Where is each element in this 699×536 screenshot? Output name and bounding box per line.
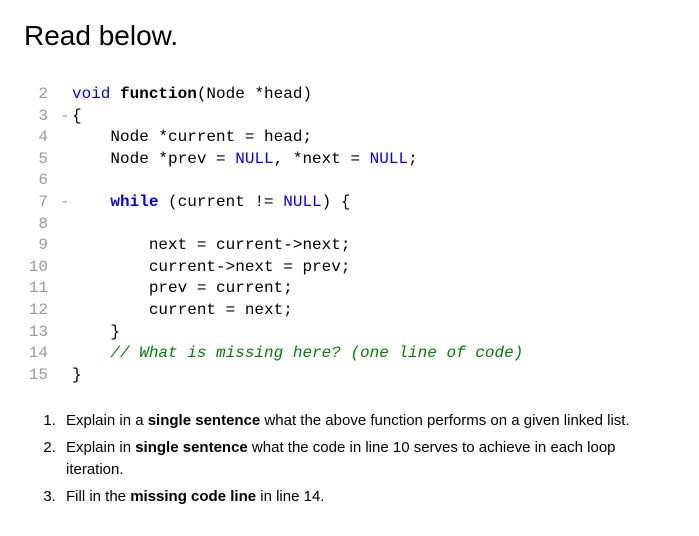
- fold-marker: [60, 235, 72, 257]
- question-item: Explain in a single sentence what the ab…: [60, 410, 675, 433]
- fold-marker: [60, 214, 72, 236]
- fold-marker: -: [60, 106, 72, 128]
- code-text: Node *prev = NULL, *next = NULL;: [72, 149, 675, 171]
- fold-marker: [60, 278, 72, 300]
- line-number: 2: [28, 84, 60, 106]
- code-text: prev = current;: [72, 278, 675, 300]
- line-number: 4: [28, 127, 60, 149]
- code-text: current = next;: [72, 300, 675, 322]
- fold-marker: [60, 127, 72, 149]
- question-item: Explain in single sentence what the code…: [60, 437, 675, 482]
- question-item: Fill in the missing code line in line 14…: [60, 486, 675, 509]
- code-text: [72, 170, 675, 192]
- code-text: {: [72, 106, 675, 128]
- code-text: next = current->next;: [72, 235, 675, 257]
- page-heading: Read below.: [24, 20, 675, 52]
- fold-marker: [60, 322, 72, 344]
- fold-marker: [60, 149, 72, 171]
- code-text: }: [72, 365, 675, 387]
- fold-marker: -: [60, 192, 72, 214]
- line-number: 14: [28, 343, 60, 365]
- line-number: 15: [28, 365, 60, 387]
- code-line: 6: [28, 170, 675, 192]
- fold-marker: [60, 365, 72, 387]
- code-line: 12 current = next;: [28, 300, 675, 322]
- code-line: 2 void function(Node *head): [28, 84, 675, 106]
- line-number: 13: [28, 322, 60, 344]
- line-number: 5: [28, 149, 60, 171]
- line-number: 3: [28, 106, 60, 128]
- fold-marker: [60, 257, 72, 279]
- code-line: 15 }: [28, 365, 675, 387]
- line-number: 7: [28, 192, 60, 214]
- code-text: }: [72, 322, 675, 344]
- code-text: [72, 214, 675, 236]
- code-block: 2 void function(Node *head)3-{4 Node *cu…: [24, 84, 675, 386]
- code-line: 11 prev = current;: [28, 278, 675, 300]
- code-line: 8: [28, 214, 675, 236]
- line-number: 12: [28, 300, 60, 322]
- fold-marker: [60, 84, 72, 106]
- code-text: void function(Node *head): [72, 84, 675, 106]
- code-line: 5 Node *prev = NULL, *next = NULL;: [28, 149, 675, 171]
- code-line: 4 Node *current = head;: [28, 127, 675, 149]
- code-line: 9 next = current->next;: [28, 235, 675, 257]
- code-line: 13 }: [28, 322, 675, 344]
- code-text: current->next = prev;: [72, 257, 675, 279]
- line-number: 6: [28, 170, 60, 192]
- code-text: while (current != NULL) {: [72, 192, 675, 214]
- code-line: 3-{: [28, 106, 675, 128]
- code-line: 14 // What is missing here? (one line of…: [28, 343, 675, 365]
- line-number: 9: [28, 235, 60, 257]
- line-number: 11: [28, 278, 60, 300]
- code-text: // What is missing here? (one line of co…: [72, 343, 675, 365]
- code-line: 7- while (current != NULL) {: [28, 192, 675, 214]
- line-number: 8: [28, 214, 60, 236]
- fold-marker: [60, 343, 72, 365]
- fold-marker: [60, 300, 72, 322]
- question-list: Explain in a single sentence what the ab…: [24, 410, 675, 508]
- code-text: Node *current = head;: [72, 127, 675, 149]
- code-line: 10 current->next = prev;: [28, 257, 675, 279]
- fold-marker: [60, 170, 72, 192]
- line-number: 10: [28, 257, 60, 279]
